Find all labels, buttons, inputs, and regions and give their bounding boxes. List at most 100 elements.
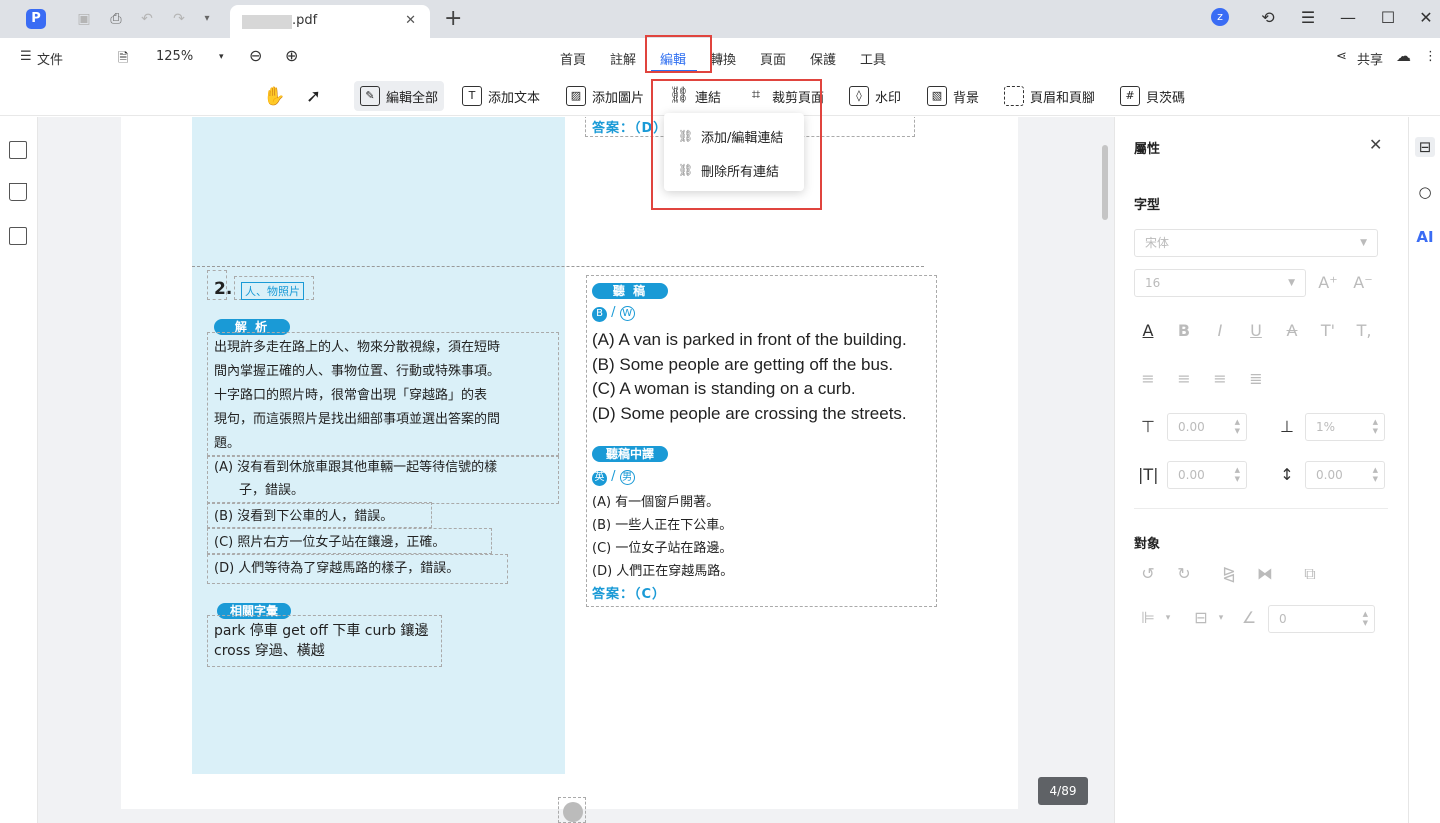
rotation-value: 0: [1279, 612, 1287, 626]
subscript-icon[interactable]: T,: [1354, 321, 1374, 341]
tab-tools[interactable]: 工具: [860, 49, 886, 68]
underline-icon[interactable]: U: [1246, 321, 1266, 341]
rotate-left-icon[interactable]: ↺: [1138, 564, 1158, 584]
properties-toggle-icon[interactable]: ⊟: [1415, 137, 1435, 157]
script-line-b: (B) Some people are getting off the bus.: [592, 355, 894, 374]
edit-all-button[interactable]: ✎ 編輯全部: [354, 81, 445, 111]
align-objects-dropdown-icon[interactable]: ▾: [1158, 608, 1178, 628]
align-right-icon[interactable]: ≡: [1210, 369, 1230, 389]
replace-object-icon[interactable]: ⧉: [1300, 564, 1320, 584]
ai-assistant-icon[interactable]: AI: [1415, 227, 1435, 247]
script-line-c: (C) A woman is standing on a curb.: [592, 379, 856, 398]
italic-icon[interactable]: I: [1210, 321, 1230, 341]
tab-close-icon[interactable]: ✕: [405, 13, 416, 28]
link-button[interactable]: ⛓ 連結: [663, 81, 727, 111]
question-number[interactable]: 2.: [214, 277, 232, 301]
font-color-icon[interactable]: A: [1138, 321, 1158, 341]
zoom-out-icon[interactable]: ⊖: [249, 46, 262, 65]
hand-tool-icon[interactable]: ✋: [257, 81, 291, 111]
align-center-icon[interactable]: ≡: [1174, 369, 1194, 389]
strikethrough-icon[interactable]: A: [1282, 321, 1302, 341]
indent-stepper-icon[interactable]: ▲ ▼: [1235, 466, 1240, 484]
add-image-button[interactable]: ▨ 添加圖片: [560, 81, 650, 111]
category-tag[interactable]: 人、物照片: [241, 282, 304, 300]
bookmark-icon[interactable]: [9, 183, 27, 201]
align-justify-icon[interactable]: ≣: [1246, 369, 1266, 389]
print-icon[interactable]: ⎙: [107, 10, 125, 28]
superscript-icon[interactable]: T': [1318, 321, 1338, 341]
zoom-level[interactable]: 125%: [156, 49, 193, 64]
tab-edit[interactable]: 編輯: [660, 49, 686, 68]
rotation-stepper-icon[interactable]: ▲ ▼: [1363, 610, 1368, 628]
zoom-dropdown-icon[interactable]: ▾: [219, 52, 224, 62]
tab-comment[interactable]: 註解: [610, 49, 636, 68]
indent-input[interactable]: 0.00 ▲ ▼: [1167, 461, 1247, 489]
char-spacing-stepper-icon[interactable]: ▲ ▼: [1373, 418, 1378, 436]
background-button[interactable]: ▧ 背景: [921, 81, 985, 111]
close-window-icon[interactable]: ✕: [1416, 8, 1436, 28]
watermark-button[interactable]: ◊ 水印: [843, 81, 907, 111]
add-text-button[interactable]: T 添加文本: [456, 81, 546, 111]
redo-icon[interactable]: ↷: [170, 10, 188, 28]
distribute-objects-icon[interactable]: ⊟: [1191, 608, 1211, 628]
comment-icon[interactable]: [9, 227, 27, 245]
select-tool-icon[interactable]: ➚: [300, 81, 327, 111]
page-counter[interactable]: 4/89: [1038, 777, 1088, 805]
align-objects-icon[interactable]: ⊫: [1138, 608, 1158, 628]
rotate-right-icon[interactable]: ↻: [1174, 564, 1194, 584]
paragraph-spacing-value: 0.00: [1316, 468, 1343, 482]
translation-pill[interactable]: 聽稿中譯: [592, 446, 668, 462]
maximize-icon[interactable]: ☐: [1378, 8, 1398, 28]
rotation-input[interactable]: 0 ▲ ▼: [1268, 605, 1375, 633]
tab-page[interactable]: 頁面: [760, 49, 786, 68]
thumbnail-icon[interactable]: [9, 141, 27, 159]
active-tab-indicator: [651, 70, 697, 72]
indent-value: 0.00: [1178, 468, 1205, 482]
minimize-icon[interactable]: —: [1338, 8, 1358, 28]
align-left-icon[interactable]: ≡: [1138, 369, 1158, 389]
file-menu[interactable]: 文件: [37, 49, 63, 68]
vertical-scrollbar[interactable]: [1102, 145, 1108, 220]
header-footer-button[interactable]: 頁眉和頁腳: [998, 81, 1101, 111]
char-spacing-input[interactable]: 1% ▲ ▼: [1305, 413, 1385, 441]
tab-protect[interactable]: 保護: [810, 49, 836, 68]
search-icon[interactable]: ○: [1415, 182, 1435, 202]
sync-icon[interactable]: ⟲: [1258, 8, 1278, 28]
distribute-objects-dropdown-icon[interactable]: ▾: [1211, 608, 1231, 628]
paragraph-spacing-stepper-icon[interactable]: ▲ ▼: [1373, 466, 1378, 484]
file-menu-icon[interactable]: ☰: [20, 49, 32, 64]
bold-icon[interactable]: B: [1174, 321, 1194, 341]
bates-button[interactable]: # 貝茨碼: [1114, 81, 1191, 111]
script-pill[interactable]: 聽 稿: [592, 283, 668, 299]
new-tab-icon[interactable]: +: [444, 6, 462, 31]
line-spacing-input[interactable]: 0.00 ▲ ▼: [1167, 413, 1247, 441]
script-column-box[interactable]: [586, 275, 937, 607]
answer-c: 答案：（C）: [592, 587, 667, 602]
close-properties-icon[interactable]: ✕: [1369, 135, 1382, 154]
share-button[interactable]: 共享: [1357, 49, 1383, 68]
font-family-select[interactable]: 宋体 ▼: [1134, 229, 1378, 257]
share-icon[interactable]: ⋖: [1336, 49, 1347, 64]
tab-convert[interactable]: 轉換: [710, 49, 736, 68]
save-icon[interactable]: ▣: [75, 10, 93, 28]
hamburger-menu-icon[interactable]: ☰: [1298, 8, 1318, 28]
paragraph-spacing-input[interactable]: 0.00 ▲ ▼: [1305, 461, 1385, 489]
document-tab[interactable]: .pdf ✕: [230, 5, 430, 38]
user-avatar[interactable]: z: [1211, 8, 1229, 26]
remove-all-links-item[interactable]: ⛓ 刪除所有連結: [678, 161, 779, 180]
line-spacing-stepper-icon[interactable]: ▲ ▼: [1235, 418, 1240, 436]
add-edit-link-item[interactable]: ⛓ 添加/編輯連結: [678, 127, 783, 146]
undo-icon[interactable]: ↶: [138, 10, 156, 28]
crop-page-button[interactable]: ⌗ 裁剪頁面: [740, 81, 830, 111]
increase-font-icon[interactable]: A⁺: [1318, 273, 1338, 293]
decrease-font-icon[interactable]: A⁻: [1353, 273, 1373, 293]
cloud-upload-icon[interactable]: ☁: [1396, 47, 1411, 65]
font-size-select[interactable]: 16 ▼: [1134, 269, 1306, 297]
more-icon[interactable]: ⋮: [1424, 49, 1437, 64]
tab-home[interactable]: 首頁: [560, 49, 586, 68]
zoom-in-icon[interactable]: ⊕: [285, 46, 298, 65]
flip-vertical-icon[interactable]: ⧓: [1255, 564, 1275, 584]
flip-horizontal-icon[interactable]: ⧎: [1219, 564, 1239, 584]
page-icon[interactable]: 🗎: [118, 49, 128, 71]
quick-access-dropdown-icon[interactable]: ▾: [198, 10, 216, 28]
